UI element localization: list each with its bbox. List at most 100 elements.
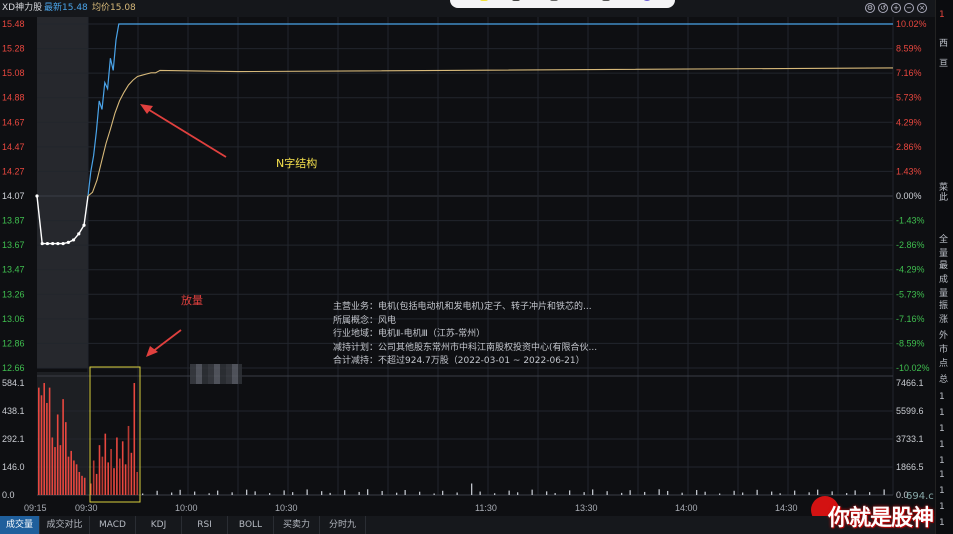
price-line bbox=[87, 23, 893, 197]
time-tick-label: 14:00 bbox=[675, 503, 698, 513]
volume-bar bbox=[136, 471, 138, 495]
volume-bar bbox=[92, 460, 95, 495]
time-tick-label: 09:30 bbox=[75, 503, 98, 513]
price-tick-label: 14.67 bbox=[2, 117, 25, 127]
volume-bar bbox=[817, 489, 819, 495]
auction-region bbox=[37, 17, 88, 368]
volume-tick-label: 584.1 bbox=[2, 378, 25, 388]
volume-bar bbox=[208, 493, 210, 495]
volume-bar bbox=[381, 490, 383, 495]
percent-tick-label: -7.16% bbox=[896, 314, 925, 324]
time-tick-label: 10:00 bbox=[175, 503, 198, 513]
volume-bar bbox=[733, 490, 735, 495]
volume-bar bbox=[54, 447, 56, 495]
tab-volume-compare[interactable]: 成交对比 bbox=[40, 516, 90, 534]
info-industry: 行业地域：电机Ⅱ-电机Ⅲ（江苏-常州） bbox=[333, 329, 486, 339]
percent-tick-label: 7.16% bbox=[896, 68, 922, 78]
volume-bar bbox=[329, 492, 331, 495]
volume-bar bbox=[854, 490, 856, 495]
volume-bar bbox=[98, 445, 101, 495]
price-tick-label: 14.27 bbox=[2, 166, 25, 176]
price-volume-chart[interactable]: 15.48 10.02% 15.28 8.59% 15.08 7.16% 14.88 5.73… bbox=[0, 0, 935, 516]
volume-bar bbox=[396, 492, 398, 495]
side-panel-char: 1 bbox=[939, 424, 945, 434]
percent-tick-label: 1.43% bbox=[896, 166, 922, 176]
volume-bar bbox=[38, 387, 40, 495]
volume-bar bbox=[508, 490, 510, 495]
volume-bar bbox=[771, 491, 773, 495]
volume-bar bbox=[292, 492, 294, 495]
volume-bar bbox=[621, 492, 623, 495]
volume-bar bbox=[658, 489, 660, 495]
time-tick-label: 10:30 bbox=[275, 503, 298, 513]
price-tick-label: 15.48 bbox=[2, 19, 25, 29]
volume-bar bbox=[494, 493, 496, 495]
time-tick-label: 11:30 bbox=[475, 503, 497, 513]
volume-bar bbox=[433, 493, 435, 495]
side-panel-char: 1 bbox=[939, 456, 945, 466]
tab-kdj[interactable]: KDJ bbox=[136, 516, 182, 534]
arrow-head-volume-up bbox=[146, 346, 158, 357]
volume-tick-label: 438.1 bbox=[2, 406, 25, 416]
average-line bbox=[87, 67, 894, 197]
info-concept: 所属概念：风电 bbox=[333, 315, 397, 326]
volume-bar bbox=[808, 492, 810, 495]
volume-bar bbox=[78, 471, 81, 495]
volume-bar bbox=[869, 492, 871, 495]
tab-boll[interactable]: BOLL bbox=[228, 516, 274, 534]
percent-tick-label: -4.29% bbox=[896, 265, 925, 275]
volume-bar bbox=[667, 490, 669, 495]
volume-bar bbox=[127, 425, 130, 495]
time-tick-label: 09:15 bbox=[24, 503, 47, 513]
volume-bar bbox=[471, 483, 473, 495]
tab-nine-turn[interactable]: 分时九转 bbox=[320, 516, 366, 534]
tab-macd[interactable]: MACD bbox=[90, 516, 136, 534]
volume-bar bbox=[681, 492, 683, 495]
n-structure-annotation: N字结构 bbox=[276, 157, 318, 170]
percent-tick-label: 0.00% bbox=[896, 191, 922, 201]
side-panel-char: 此 bbox=[939, 193, 949, 203]
percent-tick-label: -5.73% bbox=[896, 289, 925, 299]
tab-rsi[interactable]: RSI bbox=[182, 516, 228, 534]
info-total-reduce: 合计减持：不超过924.7万股（2022-03-01 ~ 2022-06-21） bbox=[333, 356, 585, 366]
side-panel-char: 振 bbox=[939, 301, 949, 311]
blurred-label bbox=[190, 364, 242, 384]
price-tick-label: 13.06 bbox=[2, 314, 25, 324]
volume-bar bbox=[171, 492, 173, 495]
volume-bar bbox=[75, 464, 78, 495]
volume-bar bbox=[306, 489, 308, 495]
volume-bar bbox=[133, 383, 136, 495]
volume-bar bbox=[779, 493, 781, 495]
right-side-panel: 1西亘菜此全量最成量振涨外市点总111111111 bbox=[935, 0, 953, 534]
volume-bar bbox=[592, 489, 594, 495]
tab-buy-sell-force[interactable]: 买卖力道 bbox=[274, 516, 320, 534]
volume-right-tick-label: 1866.5 bbox=[896, 462, 924, 472]
tab-volume[interactable]: 成交量 bbox=[0, 516, 40, 534]
volume-bar bbox=[107, 462, 109, 495]
side-panel-char: 亘 bbox=[939, 59, 949, 69]
volume-bar bbox=[517, 492, 519, 495]
volume-bar bbox=[113, 468, 115, 495]
side-panel-char: 1 bbox=[939, 392, 945, 402]
volume-bar bbox=[142, 493, 144, 495]
arrow-head-n-structure bbox=[140, 104, 153, 114]
side-panel-char: 1 bbox=[939, 518, 945, 528]
indicator-tabs: 成交量 成交对比 MACD KDJ RSI BOLL 买卖力道 分时九转 bbox=[0, 516, 935, 534]
volume-bar bbox=[81, 475, 83, 495]
volume-bar bbox=[846, 493, 848, 495]
volume-bar bbox=[367, 489, 369, 495]
volume-bar bbox=[156, 490, 158, 495]
side-panel-char: 1 bbox=[939, 502, 945, 512]
volume-bar bbox=[40, 395, 43, 495]
volume-right-tick-label: 3733.1 bbox=[896, 434, 924, 444]
side-panel-char: 最 bbox=[939, 261, 949, 271]
percent-tick-label: -2.86% bbox=[896, 240, 925, 250]
volume-bar bbox=[358, 491, 360, 495]
percent-tick-label: 2.86% bbox=[896, 142, 922, 152]
volume-bar bbox=[696, 490, 698, 495]
volume-up-annotation: 放量 bbox=[181, 294, 203, 307]
arrow-n-structure bbox=[145, 107, 227, 158]
side-panel-char: 点 bbox=[939, 359, 949, 369]
side-panel-char: 西 bbox=[939, 39, 949, 49]
volume-bar bbox=[65, 422, 67, 495]
